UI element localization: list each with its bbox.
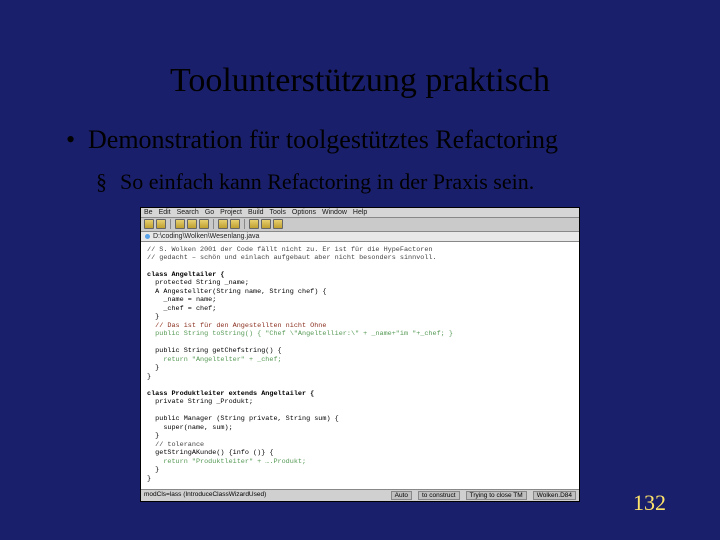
ide-menubar: Be Edit Search Go Project Build Tools Op… — [141, 208, 579, 218]
bullet-square-icon: § — [96, 169, 120, 195]
menu-item: Go — [205, 209, 214, 216]
code-line: super(name, sum); — [147, 424, 233, 432]
ide-toolbar — [141, 218, 579, 232]
code-line: } — [147, 364, 159, 372]
status-cell: to construct — [418, 491, 460, 500]
status-left: modCls=lass (IntroduceClassWizardUsed) — [144, 491, 266, 500]
bullet-dot-icon: • — [66, 124, 88, 157]
code-line: class Produktleiter extends Angeltailer … — [147, 390, 314, 398]
toolbar-separator — [244, 219, 245, 229]
code-line: A Angestellter(String name, String chef)… — [147, 288, 326, 296]
code-line: } — [147, 373, 151, 381]
code-line: // S. Wolken 2001 der Code fällt nicht z… — [147, 246, 433, 254]
code-line: } — [147, 432, 159, 440]
status-cell: Auto — [391, 491, 412, 500]
menu-item: Edit — [159, 209, 171, 216]
file-icon — [145, 234, 150, 239]
slide-title: Toolunterstützung praktisch — [0, 0, 720, 124]
menu-item: Build — [248, 209, 264, 216]
ide-editor: // S. Wolken 2001 der Code fällt nicht z… — [141, 242, 579, 490]
menu-item: Search — [177, 209, 199, 216]
ide-screenshot: Be Edit Search Go Project Build Tools Op… — [140, 207, 580, 503]
code-line: _chef = chef; — [147, 305, 216, 313]
code-line: // gedacht – schön und einlach aufgebaut… — [147, 254, 437, 262]
menu-item: Options — [292, 209, 316, 216]
bullet-level-2: §So einfach kann Refactoring in der Prax… — [0, 169, 720, 195]
code-line: } — [147, 313, 159, 321]
menu-item: Tools — [270, 209, 286, 216]
toolbar-icon — [218, 219, 228, 229]
menu-item: Window — [322, 209, 347, 216]
bullet-l2-text: So einfach kann Refactoring in der Praxi… — [120, 169, 534, 194]
code-line: private String _Produkt; — [147, 398, 253, 406]
ide-statusbar: modCls=lass (IntroduceClassWizardUsed) A… — [141, 489, 579, 501]
code-line: _name = name; — [147, 296, 216, 304]
bullet-level-1: •Demonstration für toolgestütztes Refact… — [0, 124, 720, 157]
toolbar-icon — [187, 219, 197, 229]
code-line: public String getChefstring() { — [147, 347, 282, 355]
toolbar-icon — [261, 219, 271, 229]
toolbar-icon — [144, 219, 154, 229]
code-line: } — [147, 475, 151, 483]
toolbar-separator — [170, 219, 171, 229]
code-line: } — [147, 466, 159, 474]
toolbar-icon — [230, 219, 240, 229]
ide-file-path: D:\coding\Wolken\Wesenlang.java — [153, 233, 259, 240]
code-line: getStringAKunde() {info ()} { — [147, 449, 273, 457]
status-cell: Wolken.D84 — [533, 491, 576, 500]
toolbar-icon — [156, 219, 166, 229]
ide-file-tab: D:\coding\Wolken\Wesenlang.java — [141, 232, 579, 242]
toolbar-separator — [213, 219, 214, 229]
slide: { "title": "Toolunterstützung praktisch"… — [0, 0, 720, 540]
code-line: public Manager (String private, String s… — [147, 415, 339, 423]
toolbar-icon — [199, 219, 209, 229]
code-line: // Das ist für den Angestellten nicht Oh… — [147, 322, 326, 330]
toolbar-icon — [249, 219, 259, 229]
menu-item: Be — [144, 209, 153, 216]
toolbar-icon — [175, 219, 185, 229]
menu-item: Project — [220, 209, 242, 216]
bullet-l1-text: Demonstration für toolgestütztes Refacto… — [88, 125, 558, 154]
code-line: return "Angeltelter" + _chef; — [147, 356, 282, 364]
code-line: class Angeltailer { — [147, 271, 225, 279]
status-cell: Trying to close TM — [466, 491, 527, 500]
code-line: public String toString() { "Chef \"Angel… — [147, 330, 453, 338]
code-line: return "Produktleiter" + ….Produkt; — [147, 458, 306, 466]
page-number: 132 — [633, 490, 666, 516]
code-line: // tolerance — [147, 441, 204, 449]
menu-item: Help — [353, 209, 367, 216]
toolbar-icon — [273, 219, 283, 229]
code-line: protected String _name; — [147, 279, 249, 287]
